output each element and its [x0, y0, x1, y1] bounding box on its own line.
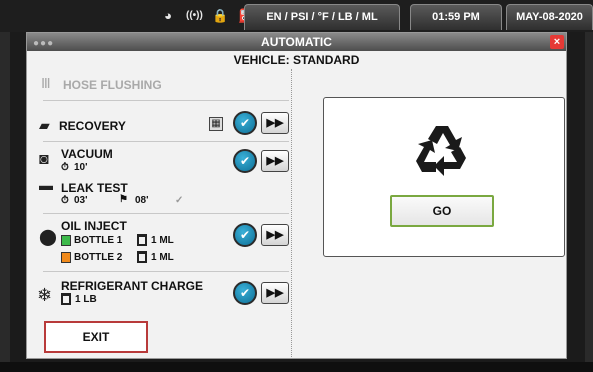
- hose-flushing-icon: Ⅲ: [41, 75, 51, 91]
- gauge-icon: ◕: [164, 8, 172, 23]
- checkered-flag-icon: ⚑: [119, 194, 128, 205]
- vacuum-label: VACUUM: [61, 147, 113, 161]
- close-button[interactable]: ×: [550, 35, 564, 49]
- divider: [43, 141, 289, 142]
- oil-inject-skip-button[interactable]: ▶▶: [261, 224, 289, 246]
- automatic-window: ●●● AUTOMATIC × VEHICLE: STANDARD Ⅲ HOSE…: [26, 32, 567, 359]
- lock-icon: 🔒: [212, 8, 229, 23]
- recovery-enable-button[interactable]: ✔: [233, 111, 257, 135]
- divider: [43, 213, 289, 214]
- settings-grid-icon[interactable]: ▦: [209, 117, 223, 131]
- start-panel: GO: [323, 97, 565, 257]
- bottle2-measure-icon: [137, 251, 147, 263]
- vacuum-enable-button[interactable]: ✔: [233, 149, 257, 173]
- refrigerant-enable-button[interactable]: ✔: [233, 281, 257, 305]
- exit-button[interactable]: EXIT: [44, 321, 148, 353]
- vacuum-timer-icon: ⏱: [61, 162, 69, 173]
- bottle1-measure-icon: [137, 234, 147, 246]
- status-bar: ◕ ((•)) 🔒 ⛽ ⚖ EN / PSI / °F / LB / ML 01…: [0, 0, 593, 32]
- wifi-icon: ((•)): [186, 10, 203, 21]
- refrigerant-scale-icon: [61, 293, 71, 305]
- date-tab[interactable]: MAY-08-2020: [506, 4, 593, 30]
- oil-inject-label: OIL INJECT: [61, 219, 127, 233]
- bottle2-icon: [61, 252, 71, 263]
- oil-inject-enable-button[interactable]: ✔: [233, 223, 257, 247]
- divider: [43, 271, 289, 272]
- refrigerant-charge-label: REFRIGERANT CHARGE: [61, 279, 204, 293]
- go-button[interactable]: GO: [390, 195, 494, 227]
- window-dots-icon: ●●●: [33, 38, 55, 49]
- left-rail: [0, 32, 10, 362]
- bottle1-icon: [61, 235, 71, 246]
- bottle1-amount: 1 ML: [151, 235, 174, 246]
- bottle1-label: BOTTLE 1: [74, 235, 123, 246]
- units-tab[interactable]: EN / PSI / °F / LB / ML: [244, 4, 400, 30]
- hose-flushing-label: HOSE FLUSHING: [63, 78, 162, 92]
- recovery-skip-button[interactable]: ▶▶: [261, 112, 289, 134]
- bottom-strip: [0, 362, 593, 372]
- step-list: Ⅲ HOSE FLUSHING ▰ RECOVERY ▦ ✔ ▶▶ ◙ VACU…: [27, 69, 289, 311]
- leak-check-icon: ✓: [175, 195, 184, 206]
- vacuum-pump-icon: ◙: [39, 151, 49, 168]
- oil-drop-icon: ⬤: [39, 229, 57, 246]
- leak-test-time: 03': [74, 195, 88, 206]
- vacuum-time: 10': [74, 162, 88, 173]
- vehicle-label: VEHICLE: STANDARD: [233, 53, 360, 67]
- right-rail: [585, 32, 593, 362]
- refrigerant-amount: 1 LB: [75, 294, 97, 305]
- bottle2-label: BOTTLE 2: [74, 252, 123, 263]
- leak-test-flag-time: 08': [135, 195, 149, 206]
- recycle-icon: [416, 126, 466, 176]
- snowflake-icon: ❄: [37, 285, 53, 305]
- refrigerant-skip-button[interactable]: ▶▶: [261, 282, 289, 304]
- bottle2-amount: 1 ML: [151, 252, 174, 263]
- time-tab[interactable]: 01:59 PM: [410, 4, 502, 30]
- column-separator: [291, 69, 292, 359]
- window-titlebar: ●●● AUTOMATIC ×: [27, 33, 566, 51]
- leak-test-label: LEAK TEST: [61, 181, 128, 195]
- recovery-icon: ▰: [39, 117, 50, 133]
- app-screen: ◕ ((•)) 🔒 ⛽ ⚖ EN / PSI / °F / LB / ML 01…: [0, 0, 593, 372]
- divider: [43, 100, 289, 101]
- leak-test-icon: ▬: [39, 177, 53, 193]
- window-title: AUTOMATIC: [261, 35, 332, 49]
- vacuum-skip-button[interactable]: ▶▶: [261, 150, 289, 172]
- recovery-label: RECOVERY: [59, 119, 126, 133]
- leak-test-timer-icon: ⏱: [61, 195, 69, 206]
